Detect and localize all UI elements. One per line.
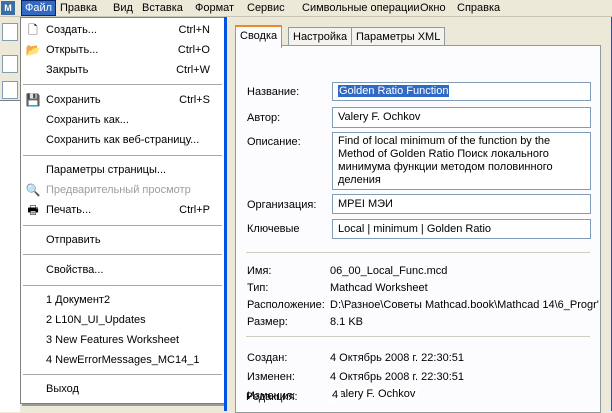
toolbar-button-stub[interactable] xyxy=(2,23,18,41)
menu-separator xyxy=(23,374,222,375)
menu-item-exit[interactable]: Выход xyxy=(21,380,224,399)
organization-field[interactable]: MPEI МЭИ xyxy=(332,194,591,214)
created-label: Создан: xyxy=(247,352,288,364)
menu-item-new[interactable]: 🗋 Создать... Ctrl+N xyxy=(21,21,224,40)
menu-item-send[interactable]: Отправить xyxy=(21,231,224,250)
menu-item-recent-3[interactable]: 3 New Features Worksheet xyxy=(21,331,224,350)
menu-item-recent-1[interactable]: 1 Документ2 xyxy=(21,291,224,310)
section-divider xyxy=(246,336,590,337)
menu-item-save[interactable]: 💾 Сохранить Ctrl+S xyxy=(21,91,224,110)
keywords-label: Ключевые xyxy=(247,223,300,235)
worksheet-area[interactable] xyxy=(0,100,20,412)
menu-item-save-web[interactable]: Сохранить как веб-страницу... xyxy=(21,131,224,150)
menu-bar: M Файл Правка Вид Вставка Формат Сервис … xyxy=(0,0,612,17)
menu-insert[interactable]: Вставка xyxy=(139,0,186,16)
created-value: 4 Октябрь 2008 г. 22:30:51 xyxy=(330,352,464,364)
open-folder-icon: 📂 xyxy=(25,43,41,57)
menu-edit[interactable]: Правка xyxy=(57,0,100,16)
title-field[interactable]: Golden Ratio Function xyxy=(332,82,591,101)
menu-file[interactable]: Файл xyxy=(21,0,57,16)
toolbar-button-stub[interactable] xyxy=(2,81,18,99)
properties-dialog: Сводка Настройка Параметры XML Название:… xyxy=(224,17,612,413)
menu-item-save-as[interactable]: Сохранить как... xyxy=(21,111,224,130)
size-label: Размер: xyxy=(247,316,288,328)
size-value: 8.1 KB xyxy=(330,316,364,328)
menu-separator xyxy=(23,225,222,226)
menu-tools[interactable]: Сервис xyxy=(244,0,288,16)
menu-separator xyxy=(23,285,222,286)
menu-item-recent-4[interactable]: 4 NewErrorMessages_MC14_1 xyxy=(21,351,224,370)
menu-item-page-setup[interactable]: Параметры страницы... xyxy=(21,161,224,180)
tab-settings[interactable]: Настройка xyxy=(288,27,353,46)
section-divider xyxy=(246,252,590,253)
title-label: Название: xyxy=(247,86,300,98)
font-select-stub[interactable] xyxy=(2,55,18,73)
keywords-field[interactable]: Local | minimum | Golden Ratio xyxy=(332,219,591,239)
menu-separator xyxy=(23,155,222,156)
description-field[interactable]: Find of local minimum of the function by… xyxy=(332,132,591,190)
menu-item-print[interactable]: 🖶 Печать... Ctrl+P xyxy=(21,201,224,220)
location-value: D:\Разное\Советы Mathcad.book\Mathcad 14… xyxy=(330,299,599,311)
file-menu-dropdown: 🗋 Создать... Ctrl+N 📂 Открыть... Ctrl+O … xyxy=(20,17,225,404)
new-document-icon: 🗋 xyxy=(28,23,38,37)
menu-item-print-preview: 🔍 Предварительный просмотр xyxy=(25,183,191,197)
summary-tab-pane: Название: Golden Ratio Function Автор: V… xyxy=(235,45,601,413)
author-label: Автор: xyxy=(247,112,281,124)
revision-value[interactable]: 4 xyxy=(329,389,342,401)
app-icon: M xyxy=(1,1,15,15)
menu-separator xyxy=(23,84,222,85)
floppy-disk-icon: 💾 xyxy=(25,93,41,107)
modified-label: Изменен: xyxy=(247,371,295,383)
print-preview-icon: 🔍 xyxy=(25,183,41,197)
printer-icon: 🖶 xyxy=(27,203,39,217)
menu-item-recent-2[interactable]: 2 L10N_UI_Updates xyxy=(21,311,224,330)
menu-separator xyxy=(23,254,222,255)
modified-value: 4 Октябрь 2008 г. 22:30:51 xyxy=(330,371,464,383)
menu-item-properties[interactable]: Свойства... xyxy=(21,261,224,280)
revision-label: Редакция: xyxy=(246,391,298,403)
tab-xml-options[interactable]: Параметры XML xyxy=(351,27,446,46)
modified-by-value[interactable]: Valery F. Ochkov xyxy=(330,388,419,400)
menu-help[interactable]: Справка xyxy=(454,0,503,16)
type-value: Mathcad Worksheet xyxy=(330,282,428,294)
name-value: 06_00_Local_Func.mcd xyxy=(330,265,448,277)
organization-label: Организация: xyxy=(247,199,317,211)
menu-window[interactable]: Окно xyxy=(417,0,449,16)
tab-summary[interactable]: Сводка xyxy=(235,25,283,48)
description-label: Описание: xyxy=(247,136,301,148)
type-label: Тип: xyxy=(247,282,269,294)
menu-item-open[interactable]: 📂 Открыть... Ctrl+O xyxy=(21,41,224,60)
name-label: Имя: xyxy=(247,265,272,277)
menu-symbolics[interactable]: Символьные операции xyxy=(299,0,423,16)
menu-format[interactable]: Формат xyxy=(192,0,237,16)
location-label: Расположение: xyxy=(247,299,325,311)
menu-item-close[interactable]: Закрыть Ctrl+W xyxy=(21,61,224,80)
menu-view[interactable]: Вид xyxy=(110,0,136,16)
author-field[interactable]: Valery F. Ochkov xyxy=(332,107,591,128)
